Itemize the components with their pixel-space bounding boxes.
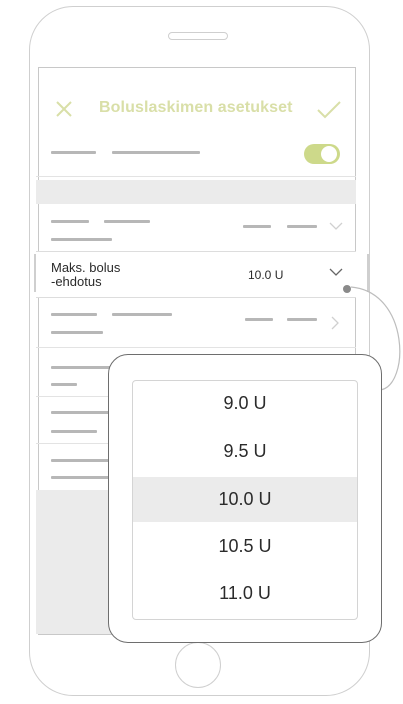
placeholder-text-bar — [104, 220, 150, 223]
chevron-down-icon — [329, 222, 343, 230]
picker-option[interactable]: 9.0 U — [133, 381, 357, 426]
row-divider — [36, 443, 116, 444]
placeholder-text-bar — [112, 313, 172, 316]
picker-option-selected[interactable]: 10.0 U — [133, 477, 357, 522]
home-button[interactable] — [175, 642, 221, 688]
picker-option[interactable]: 11.0 U — [133, 571, 357, 616]
placeholder-text-bar — [51, 331, 103, 334]
page-title: Boluslaskimen asetukset — [99, 99, 293, 116]
picker-option[interactable]: 9.5 U — [133, 429, 357, 474]
close-x-icon[interactable] — [54, 99, 74, 119]
placeholder-text-bar — [51, 151, 96, 154]
section-header — [36, 180, 356, 204]
placeholder-text-bar — [287, 225, 317, 228]
placeholder-text-bar — [51, 411, 111, 414]
placeholder-text-bar — [51, 313, 97, 316]
placeholder-text-bar — [51, 238, 112, 241]
setting-row-label: Maks. bolus -ehdotus — [51, 261, 120, 289]
empty-area — [36, 490, 116, 634]
setting-label-line1: Maks. bolus — [51, 260, 121, 275]
row-divider — [36, 176, 356, 177]
value-picker[interactable]: 9.0 U 9.5 U 10.0 U 10.5 U 11.0 U — [132, 380, 358, 620]
phone-speaker — [168, 32, 228, 40]
placeholder-text-bar — [245, 318, 273, 321]
setting-row-value: 10.0 U — [248, 268, 284, 282]
chevron-right-icon — [331, 316, 339, 330]
placeholder-text-bar — [243, 225, 271, 228]
row-divider — [36, 347, 356, 348]
toggle-knob — [321, 146, 337, 162]
placeholder-text-bar — [287, 318, 317, 321]
placeholder-text-bar — [51, 383, 77, 386]
placeholder-text-bar — [51, 366, 111, 369]
placeholder-text-bar — [51, 459, 111, 462]
placeholder-text-bar — [112, 151, 200, 154]
checkmark-icon[interactable] — [316, 100, 342, 120]
chevron-down-icon[interactable] — [329, 268, 343, 277]
placeholder-text-bar — [51, 476, 111, 479]
placeholder-text-bar — [51, 220, 89, 223]
placeholder-text-bar — [51, 430, 97, 433]
row-divider — [36, 396, 116, 397]
picker-option[interactable]: 10.5 U — [133, 524, 357, 569]
setting-label-line2: -ehdotus — [51, 274, 102, 289]
